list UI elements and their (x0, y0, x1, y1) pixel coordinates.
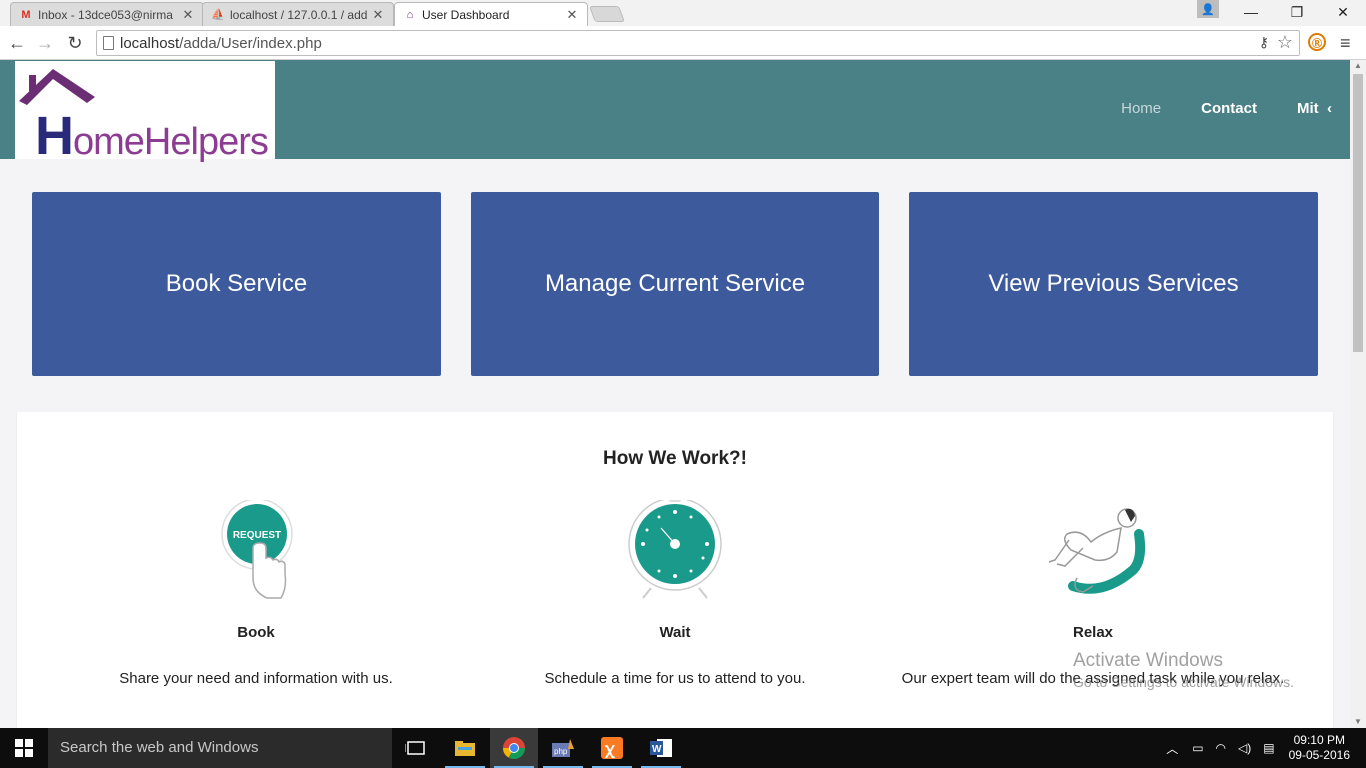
url-path: /adda/User/index.php (179, 35, 322, 52)
taskbar-search-input[interactable]: Search the web and Windows (48, 728, 392, 768)
step-name: Relax (1072, 624, 1114, 641)
battery-icon[interactable]: ▭ (1186, 741, 1209, 755)
chrome-icon[interactable] (490, 728, 538, 768)
request-button-icon: REQUEST (221, 500, 293, 599)
watermark-title: Activate Windows (1073, 650, 1223, 671)
book-service-card[interactable]: Book Service (32, 192, 441, 376)
browser-tabstrip: M Inbox - 13dce053@nirma ✕ ⛵ localhost /… (0, 0, 1366, 26)
svg-text:php: php (554, 747, 568, 756)
logo-wordmark: omeHelpers (73, 121, 269, 163)
task-view-icon[interactable] (392, 728, 440, 768)
phpmyadmin-icon: ⛵ (211, 9, 225, 21)
logo-letter: H (35, 106, 74, 166)
volume-icon[interactable]: ◁) (1232, 741, 1257, 755)
step-name: Wait (659, 624, 691, 641)
extension-icon[interactable]: Ⓡ (1308, 33, 1326, 51)
windows-logo-icon (15, 739, 33, 757)
clock-date: 09-05-2016 (1288, 748, 1350, 762)
close-tab-icon[interactable]: ✕ (565, 7, 579, 23)
activate-windows-watermark: Activate Windows Go to Settings to activ… (1073, 650, 1294, 690)
chevron-left-icon: ‹ (1327, 100, 1332, 117)
clock-icon (628, 500, 722, 599)
windows-taskbar: Search the web and Windows php ꭓ W ︿ ▭ ◠… (0, 728, 1366, 768)
key-icon[interactable]: ⚷ (1259, 34, 1269, 51)
chevron-up-icon[interactable]: ︿ (1158, 740, 1186, 757)
url-host: localhost (120, 35, 180, 52)
scroll-up-icon[interactable]: ▲ (1350, 60, 1366, 72)
watermark-subtitle: Go to Settings to activate Windows. (1073, 674, 1294, 690)
step-description: Schedule a time for us to attend to you. (544, 670, 806, 687)
manage-current-service-card[interactable]: Manage Current Service (471, 192, 879, 376)
clock[interactable]: 09:10 PM 09-05-2016 (1281, 733, 1366, 763)
back-icon[interactable]: ← (6, 32, 28, 54)
nav-home[interactable]: Home (1121, 100, 1161, 117)
step-description: Share your need and information with us. (119, 670, 393, 687)
close-tab-icon[interactable]: ✕ (181, 7, 195, 23)
page-scrollbar[interactable]: ▲ ▼ (1350, 60, 1366, 728)
relaxing-person-icon (1048, 508, 1146, 594)
gmail-icon: M (21, 8, 31, 21)
word-icon[interactable]: W (637, 728, 685, 768)
site-header: HomeHelpers Home Contact Mit ‹ (0, 60, 1350, 166)
system-tray: ︿ ▭ ◠ ◁) ▤ 09:10 PM 09-05-2016 (1158, 728, 1366, 768)
reload-icon[interactable]: ↻ (64, 32, 86, 54)
section-title: How We Work?! (603, 448, 747, 469)
logo[interactable]: HomeHelpers (15, 61, 275, 166)
chrome-menu-icon[interactable]: ≡ (1340, 33, 1351, 54)
page-viewport: HomeHelpers Home Contact Mit ‹ Book Serv… (0, 60, 1350, 728)
nav-user-menu[interactable]: Mit ‹ (1297, 100, 1332, 117)
scrollbar-thumb[interactable] (1353, 74, 1363, 352)
new-tab-button[interactable] (589, 6, 625, 22)
svg-text:REQUEST: REQUEST (233, 530, 281, 541)
nav-contact[interactable]: Contact (1201, 100, 1257, 117)
page-icon (103, 36, 114, 50)
tab-user-dashboard[interactable]: ⌂ User Dashboard ✕ (394, 2, 588, 26)
xampp-icon[interactable]: ꭓ (588, 728, 636, 768)
forward-icon[interactable]: → (34, 32, 56, 54)
notifications-icon[interactable]: ▤ (1257, 741, 1280, 755)
start-button[interactable] (0, 728, 48, 768)
file-explorer-icon[interactable] (441, 728, 489, 768)
close-tab-icon[interactable]: ✕ (371, 7, 385, 23)
svg-text:ꭓ: ꭓ (604, 741, 615, 759)
svg-text:W: W (652, 744, 662, 755)
nav-user-name: Mit (1296, 100, 1319, 117)
restore-icon[interactable]: ❐ (1274, 0, 1320, 24)
main-nav: Home Contact Mit ‹ (1121, 100, 1332, 117)
profile-icon[interactable]: 👤 (1197, 0, 1219, 18)
bookmark-star-icon[interactable]: ☆ (1277, 32, 1293, 53)
view-previous-services-card[interactable]: View Previous Services (909, 192, 1318, 376)
tab-phpmyadmin[interactable]: ⛵ localhost / 127.0.0.1 / add ✕ (202, 2, 394, 26)
scroll-down-icon[interactable]: ▼ (1350, 716, 1366, 728)
wifi-icon[interactable]: ◠ (1210, 741, 1232, 755)
tab-gmail[interactable]: M Inbox - 13dce053@nirma ✕ (10, 2, 204, 26)
step-name: Book (237, 624, 275, 641)
minimize-icon[interactable]: — (1228, 0, 1274, 24)
browser-toolbar: ← → ↻ localhost/adda/User/index.php ⚷ ☆ (0, 26, 1366, 60)
homehelpers-icon: ⌂ (406, 8, 414, 21)
php-editor-icon[interactable]: php (539, 728, 587, 768)
clock-time: 09:10 PM (1293, 733, 1345, 747)
close-window-icon[interactable]: ✕ (1320, 0, 1366, 24)
address-bar[interactable]: localhost/adda/User/index.php ⚷ ☆ (96, 30, 1300, 56)
